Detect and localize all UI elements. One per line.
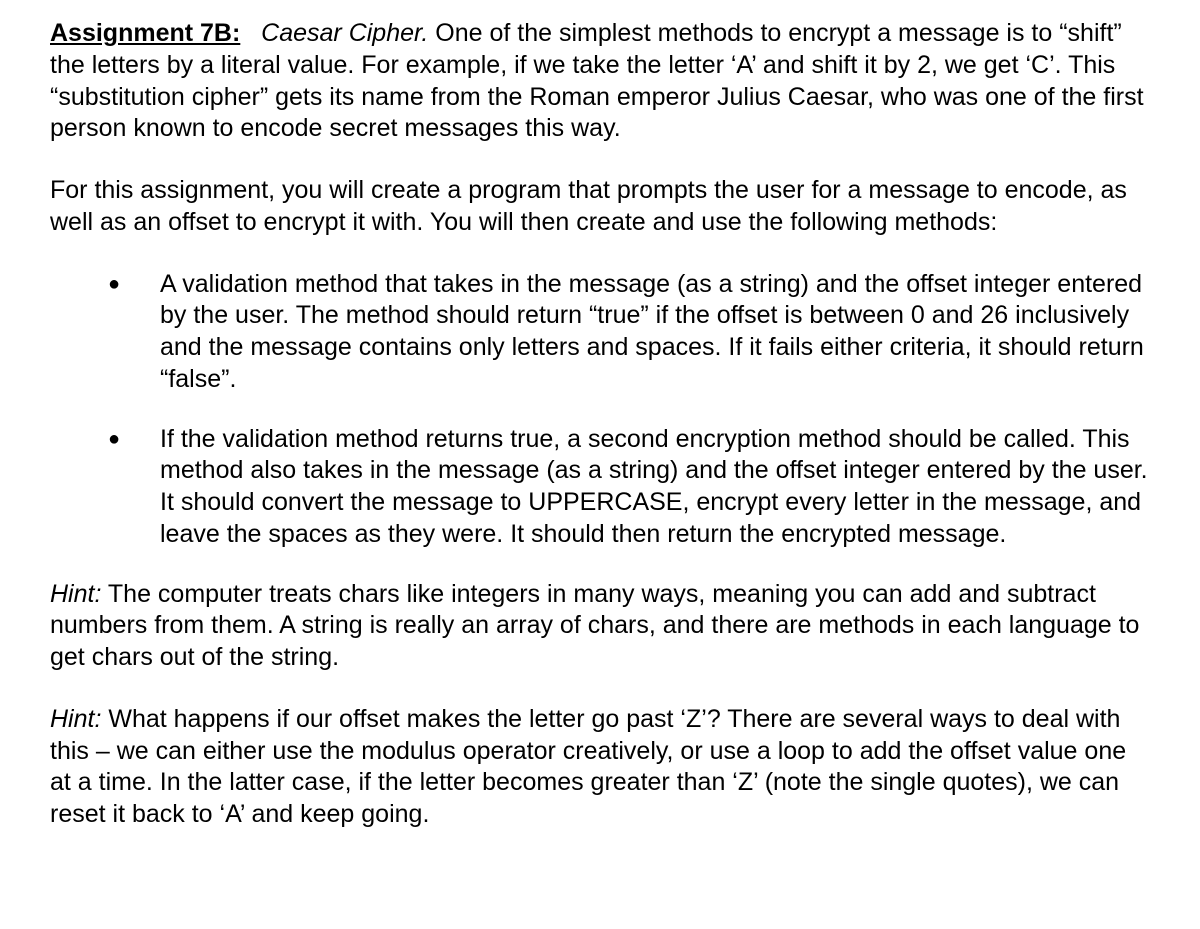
intro-paragraph: Assignment 7B: Caesar Cipher. One of the…	[50, 18, 1150, 145]
bullet-icon: ●	[108, 272, 120, 297]
hint-label: Hint:	[50, 580, 101, 608]
hint-text: The computer treats chars like integers …	[50, 580, 1139, 672]
bullet-icon: ●	[108, 427, 120, 452]
document-page: Assignment 7B: Caesar Cipher. One of the…	[0, 0, 1200, 929]
list-item: ● If the validation method returns true,…	[80, 424, 1150, 551]
hint-paragraph: Hint: What happens if our offset makes t…	[50, 704, 1150, 831]
hint-label: Hint:	[50, 705, 101, 733]
bullet-text: If the validation method returns true, a…	[160, 425, 1148, 548]
hint-text: What happens if our offset makes the let…	[50, 705, 1126, 828]
bullet-text: A validation method that takes in the me…	[160, 270, 1144, 393]
bullet-list: ● A validation method that takes in the …	[50, 269, 1150, 551]
hint-paragraph: Hint: The computer treats chars like int…	[50, 579, 1150, 674]
assignment-subtitle: Caesar Cipher.	[261, 19, 428, 47]
list-item: ● A validation method that takes in the …	[80, 269, 1150, 396]
instructions-paragraph: For this assignment, you will create a p…	[50, 175, 1150, 239]
assignment-title: Assignment 7B:	[50, 19, 240, 47]
